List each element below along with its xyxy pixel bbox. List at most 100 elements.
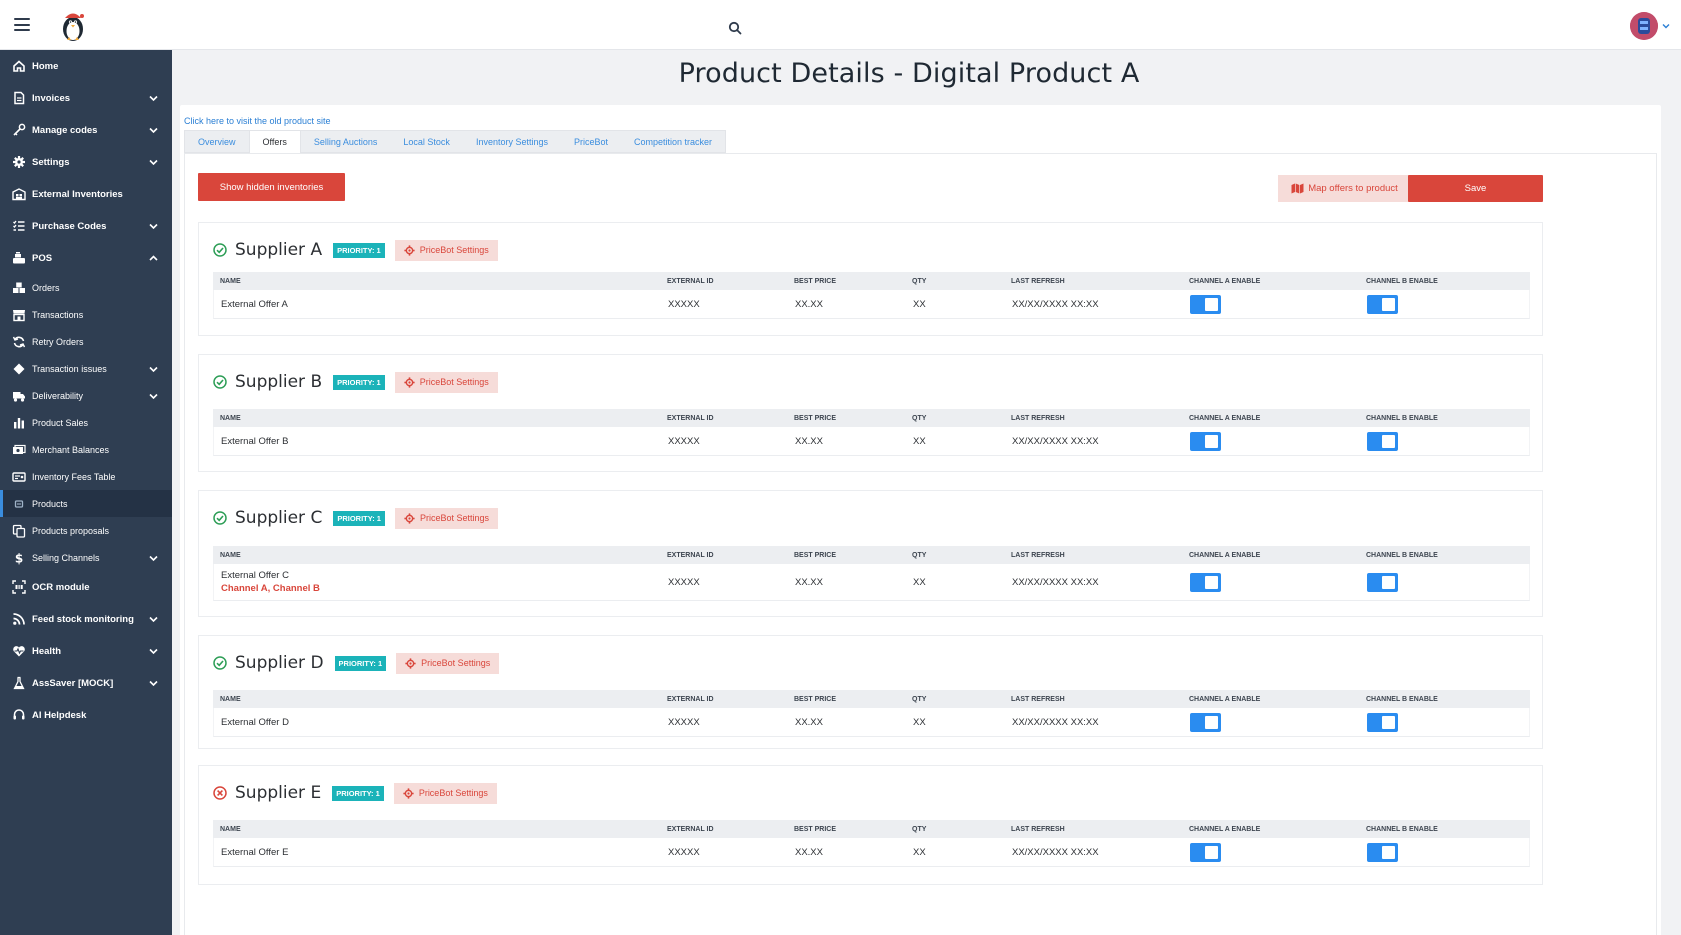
column-header-external-id: EXTERNAL ID [667, 825, 714, 833]
sidebar-item-product-sales[interactable]: Product Sales [0, 409, 172, 436]
penguin-logo-icon[interactable] [56, 10, 90, 42]
offer-external-id: XXXXX [668, 298, 700, 310]
sidebar-item-transactions[interactable]: Transactions [0, 301, 172, 328]
channel-a-enable-toggle[interactable] [1190, 572, 1221, 592]
sidebar-item-home[interactable]: Home [0, 50, 172, 82]
offer-qty: XX [913, 576, 926, 588]
tab-local-stock[interactable]: Local Stock [390, 131, 463, 152]
priority-badge: PRIORITY: 1 [332, 785, 384, 801]
column-header-channel-a: CHANNEL A ENABLE [1189, 551, 1261, 559]
gear-icon [404, 512, 415, 524]
chevron-down-icon[interactable] [149, 615, 158, 623]
pricebot-settings-button[interactable]: PriceBot Settings [394, 371, 498, 393]
cash-register-icon [12, 251, 26, 265]
channel-b-cell [1367, 564, 1398, 600]
tab-pricebot[interactable]: PriceBot [561, 131, 621, 152]
chevron-down-icon[interactable] [149, 392, 158, 400]
sidebar-item-transaction-issues[interactable]: Transaction issues [0, 355, 172, 382]
column-header-qty: QTY [912, 825, 927, 833]
channel-b-enable-toggle[interactable] [1367, 572, 1398, 592]
table-row: External Offer D XXXXX XX.XX XX XX/XX/XXXX X… [213, 708, 1530, 737]
document-icon [12, 91, 26, 105]
pricebot-settings-button[interactable]: PriceBot Settings [394, 239, 498, 261]
save-button[interactable]: Save [1408, 175, 1543, 202]
table-header: NAME EXTERNAL ID BEST PRICE QTY LAST REFRESH… [213, 546, 1530, 564]
map-offers-button[interactable]: Map offers to product [1278, 175, 1411, 202]
sidebar-item-invoices[interactable]: Invoices [0, 82, 172, 114]
sidebar-item-products-proposals[interactable]: Products proposals [0, 517, 172, 544]
pricebot-settings-button[interactable]: PriceBot Settings [394, 507, 498, 529]
table-header: NAME EXTERNAL ID BEST PRICE QTY LAST REFRESH… [213, 690, 1530, 708]
channel-b-enable-toggle[interactable] [1367, 431, 1398, 451]
column-header-last-refresh: LAST REFRESH [1011, 551, 1065, 559]
chevron-down-icon[interactable] [149, 158, 158, 166]
channel-b-enable-toggle[interactable] [1367, 842, 1398, 862]
pricebot-settings-button[interactable]: PriceBot Settings [396, 652, 500, 674]
sidebar-item-asssaver-mock[interactable]: AssSaver [MOCK] [0, 667, 172, 699]
sidebar: Home Invoices Manage codes Settings External… [0, 50, 172, 935]
sidebar-item-health[interactable]: Health [0, 635, 172, 667]
sidebar-item-deliverability[interactable]: Deliverability [0, 382, 172, 409]
tab-offers[interactable]: Offers [248, 131, 301, 153]
offers-tab-content: Show hidden inventories Map offers to pr… [184, 153, 1657, 935]
channel-b-enable-toggle[interactable] [1367, 712, 1398, 732]
offer-qty: XX [913, 716, 926, 728]
supplier-name: Supplier E [235, 783, 322, 803]
scan-icon [12, 580, 26, 594]
sidebar-item-orders[interactable]: Orders [0, 274, 172, 301]
sidebar-item-external-inventories[interactable]: External Inventories [0, 178, 172, 210]
sidebar-item-purchase-codes[interactable]: Purchase Codes [0, 210, 172, 242]
chevron-up-icon[interactable] [149, 254, 158, 262]
chevron-down-icon[interactable] [1661, 21, 1671, 31]
sidebar-item-ocr-module[interactable]: OCR module [0, 571, 172, 603]
column-header-name: NAME [220, 414, 241, 422]
sidebar-item-label: Retry Orders [32, 336, 84, 347]
tab-selling-auctions[interactable]: Selling Auctions [301, 131, 391, 152]
sidebar-item-settings[interactable]: Settings [0, 146, 172, 178]
user-avatar[interactable] [1630, 12, 1658, 40]
sidebar-item-label: Home [32, 60, 59, 72]
old-product-site-link[interactable]: Click here to visit the old product site [184, 116, 331, 126]
show-hidden-inventories-button[interactable]: Show hidden inventories [198, 173, 345, 201]
product-icon [12, 497, 26, 511]
offer-name: External Offer C [221, 570, 289, 581]
supplier-card: Supplier C PRIORITY: 1 PriceBot Settings NA… [198, 490, 1543, 617]
tab-inventory-settings[interactable]: Inventory Settings [463, 131, 561, 152]
sidebar-item-retry-orders[interactable]: Retry Orders [0, 328, 172, 355]
sidebar-item-ai-helpdesk[interactable]: AI Helpdesk [0, 699, 172, 731]
sidebar-item-label: AI Helpdesk [32, 709, 87, 721]
sidebar-item-manage-codes[interactable]: Manage codes [0, 114, 172, 146]
channel-a-enable-toggle[interactable] [1190, 431, 1221, 451]
channel-a-enable-toggle[interactable] [1190, 712, 1221, 732]
sidebar-item-label: Deliverability [32, 390, 84, 401]
sidebar-item-selling-channels[interactable]: $ Selling Channels [0, 544, 172, 571]
sidebar-item-pos[interactable]: POS [0, 242, 172, 274]
chevron-down-icon[interactable] [149, 222, 158, 230]
home-icon [12, 59, 26, 73]
search-icon[interactable] [728, 21, 742, 35]
column-header-qty: QTY [912, 414, 927, 422]
sidebar-item-merchant-balances[interactable]: Merchant Balances [0, 436, 172, 463]
chevron-down-icon[interactable] [149, 126, 158, 134]
map-icon [1291, 183, 1304, 194]
tab-overview[interactable]: Overview [185, 131, 249, 152]
sidebar-item-products[interactable]: Products [0, 490, 172, 517]
sidebar-item-inventory-fees-table[interactable]: Inventory Fees Table [0, 463, 172, 490]
chevron-down-icon[interactable] [149, 679, 158, 687]
offer-last-refresh: XX/XX/XXXX XX:XX [1012, 435, 1099, 447]
channel-b-enable-toggle[interactable] [1367, 294, 1398, 314]
chevron-down-icon[interactable] [149, 94, 158, 102]
hamburger-menu-icon[interactable] [14, 18, 30, 31]
chevron-down-icon[interactable] [149, 554, 158, 562]
column-header-name: NAME [220, 551, 241, 559]
chevron-down-icon[interactable] [149, 365, 158, 373]
headset-icon [12, 708, 26, 722]
pricebot-settings-button[interactable]: PriceBot Settings [393, 782, 497, 804]
channel-a-enable-toggle[interactable] [1190, 294, 1221, 314]
channel-a-enable-toggle[interactable] [1190, 842, 1221, 862]
warehouse-icon [12, 187, 26, 201]
sidebar-item-feed-stock-monitoring[interactable]: Feed stock monitoring [0, 603, 172, 635]
chevron-down-icon[interactable] [149, 647, 158, 655]
tab-competition-tracker[interactable]: Competition tracker [621, 131, 725, 152]
money-check-icon [12, 470, 26, 484]
